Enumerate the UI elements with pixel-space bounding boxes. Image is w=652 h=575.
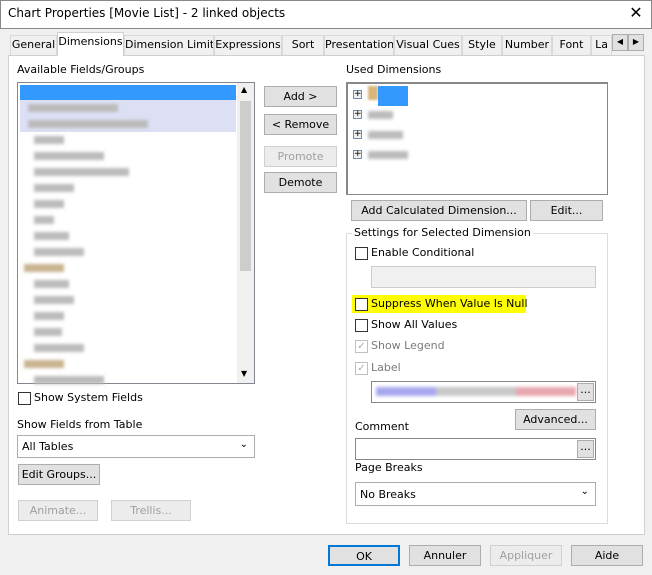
tab-scroll-left-button[interactable]: ◀ xyxy=(612,34,628,51)
expand-icon[interactable]: + xyxy=(353,130,362,139)
comment-label: Comment xyxy=(355,420,409,433)
scroll-up-icon[interactable]: ▲ xyxy=(241,85,247,94)
tree-item[interactable] xyxy=(368,131,403,139)
ok-button[interactable]: OK xyxy=(328,545,400,566)
show-fields-from-label: Show Fields from Table xyxy=(17,418,143,431)
label-label: Label xyxy=(371,361,401,374)
cancel-button[interactable]: Annuler xyxy=(409,545,481,566)
available-fields-list[interactable]: ▲ ▼ xyxy=(17,82,255,384)
trellis-button[interactable]: Trellis... xyxy=(111,500,191,521)
tab-style[interactable]: Style xyxy=(462,35,502,55)
page-breaks-select[interactable]: No Breaks ⌄ xyxy=(355,482,596,506)
tab-font[interactable]: Font xyxy=(552,35,591,55)
chevron-down-icon: ⌄ xyxy=(580,486,589,497)
tab-visual-cues[interactable]: Visual Cues xyxy=(394,35,462,55)
suppress-null-checkbox[interactable] xyxy=(355,298,368,311)
remove-button[interactable]: < Remove xyxy=(264,114,337,135)
animate-button[interactable]: Animate... xyxy=(18,500,98,521)
promote-button[interactable]: Promote xyxy=(264,146,337,167)
expand-icon[interactable]: + xyxy=(353,90,362,99)
list-item[interactable] xyxy=(34,280,69,288)
page-breaks-label: Page Breaks xyxy=(355,461,423,474)
list-item[interactable] xyxy=(28,104,118,112)
tab-presentation[interactable]: Presentation xyxy=(324,35,394,55)
show-all-values-checkbox[interactable] xyxy=(355,319,368,332)
list-item[interactable] xyxy=(34,312,64,320)
page-breaks-value: No Breaks xyxy=(360,488,416,501)
table-select-value: All Tables xyxy=(22,440,74,453)
edit-groups-button[interactable]: Edit Groups... xyxy=(18,464,100,485)
tab-general[interactable]: General xyxy=(10,35,57,55)
available-fields-label: Available Fields/Groups xyxy=(17,63,145,76)
list-item[interactable] xyxy=(34,344,84,352)
list-item[interactable] xyxy=(34,200,64,208)
table-select[interactable]: All Tables ⌄ xyxy=(17,435,255,458)
suppress-null-label: Suppress When Value Is Null xyxy=(371,297,528,310)
list-item-selected[interactable] xyxy=(20,85,236,100)
conditional-input[interactable] xyxy=(371,266,596,288)
list-item[interactable] xyxy=(34,328,62,336)
tab-sort[interactable]: Sort xyxy=(282,35,324,55)
apply-button[interactable]: Appliquer xyxy=(490,545,562,566)
tab-dimension-limits[interactable]: Dimension Limits xyxy=(124,35,214,55)
help-button[interactable]: Aide xyxy=(571,545,643,566)
enable-conditional-checkbox[interactable] xyxy=(355,247,368,260)
used-dimensions-label: Used Dimensions xyxy=(346,63,442,76)
tab-expressions[interactable]: Expressions xyxy=(214,35,282,55)
list-item[interactable] xyxy=(24,264,64,272)
list-item[interactable] xyxy=(34,376,104,384)
list-item[interactable] xyxy=(34,168,129,176)
list-item[interactable] xyxy=(24,360,64,368)
group-icon xyxy=(368,86,378,100)
tab-scroll-right-button[interactable]: ▶ xyxy=(628,34,644,51)
list-item[interactable] xyxy=(34,248,84,256)
tab-number[interactable]: Number xyxy=(502,35,552,55)
label-expression-button[interactable]: ... xyxy=(577,383,594,401)
add-button[interactable]: Add > xyxy=(264,86,337,107)
tab-layout[interactable]: La xyxy=(591,35,612,55)
label-input[interactable]: ... xyxy=(371,381,596,403)
list-item[interactable] xyxy=(28,120,148,128)
list-item[interactable] xyxy=(34,136,64,144)
label-value xyxy=(376,387,576,396)
advanced-button[interactable]: Advanced... xyxy=(515,409,596,430)
demote-button[interactable]: Demote xyxy=(264,172,337,193)
close-icon[interactable]: ✕ xyxy=(626,3,646,22)
used-dimensions-tree[interactable]: + + + + xyxy=(346,82,608,195)
show-legend-label: Show Legend xyxy=(371,339,445,352)
tree-item[interactable] xyxy=(368,151,408,159)
scroll-down-icon[interactable]: ▼ xyxy=(241,369,247,378)
tree-item[interactable] xyxy=(368,111,393,119)
show-all-values-label: Show All Values xyxy=(371,318,458,331)
edit-button[interactable]: Edit... xyxy=(530,200,603,221)
settings-group-title: Settings for Selected Dimension xyxy=(352,226,533,239)
chevron-down-icon: ⌄ xyxy=(239,439,248,450)
list-item[interactable] xyxy=(34,152,104,160)
show-system-fields-checkbox[interactable] xyxy=(18,392,31,405)
show-system-fields-label: Show System Fields xyxy=(34,391,143,404)
list-item[interactable] xyxy=(34,296,74,304)
expand-icon[interactable]: + xyxy=(353,150,362,159)
expand-icon[interactable]: + xyxy=(353,110,362,119)
scrollbar-thumb[interactable] xyxy=(240,101,251,271)
window-title: Chart Properties [Movie List] - 2 linked… xyxy=(8,6,286,20)
add-calculated-dimension-button[interactable]: Add Calculated Dimension... xyxy=(351,200,527,221)
comment-input[interactable]: ... xyxy=(355,438,596,460)
list-item[interactable] xyxy=(34,216,54,224)
enable-conditional-label: Enable Conditional xyxy=(371,246,475,259)
label-checkbox[interactable]: ✓ xyxy=(355,362,368,375)
list-item[interactable] xyxy=(34,184,74,192)
show-legend-checkbox[interactable]: ✓ xyxy=(355,340,368,353)
tree-item-selected[interactable] xyxy=(378,86,408,106)
scrollbar[interactable]: ▲ ▼ xyxy=(237,83,254,383)
tab-dimensions[interactable]: Dimensions xyxy=(57,32,124,56)
list-item[interactable] xyxy=(34,232,69,240)
comment-expression-button[interactable]: ... xyxy=(577,440,594,458)
